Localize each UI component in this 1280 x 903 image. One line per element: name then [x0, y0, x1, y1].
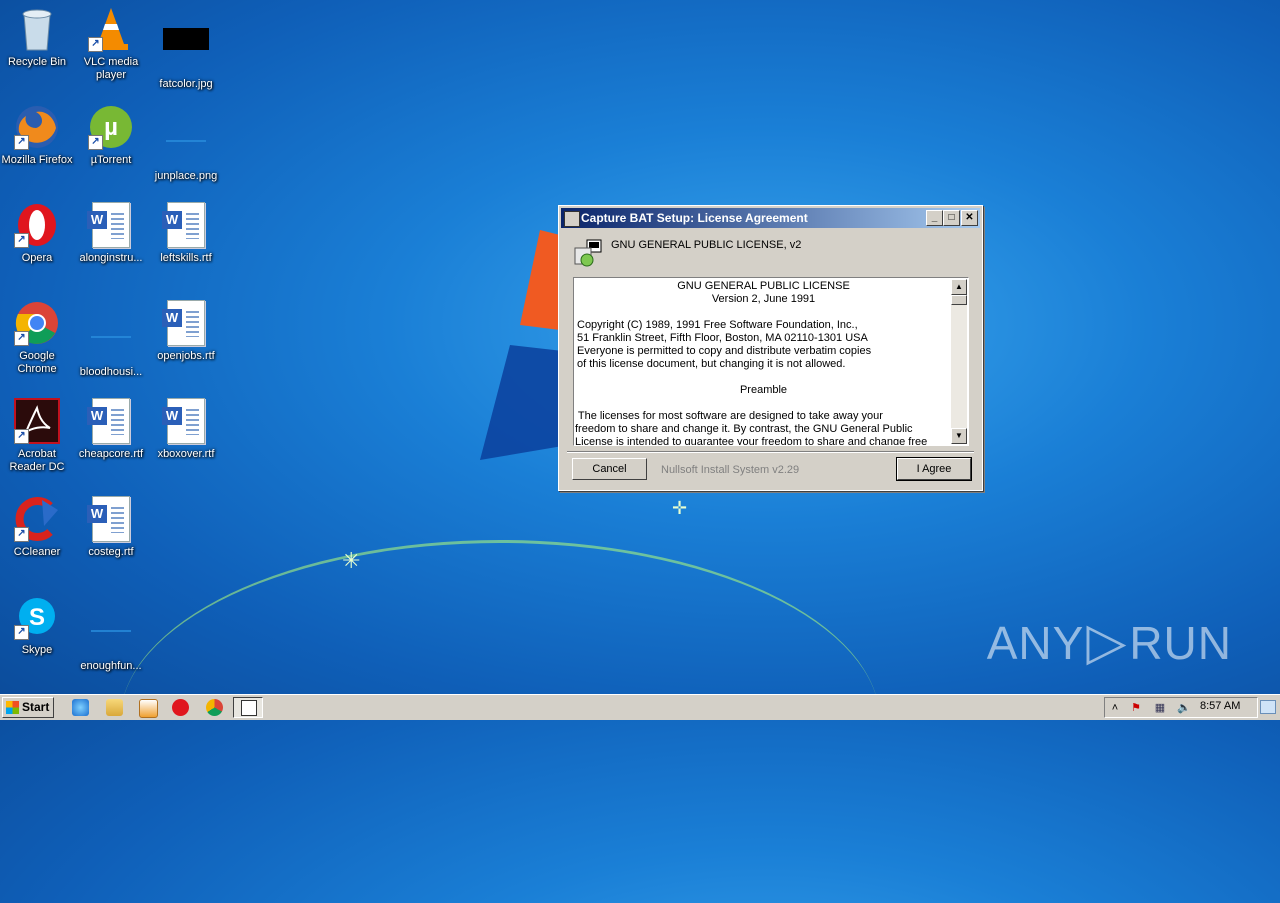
internet-explorer-icon[interactable] — [72, 699, 89, 716]
desktop-icon-xboxover[interactable]: W xboxover.rtf — [149, 398, 223, 461]
word-document-icon: W — [87, 202, 134, 248]
network-icon[interactable]: ▦ — [1153, 701, 1167, 715]
scroll-down-arrow-icon[interactable]: ▼ — [951, 428, 967, 444]
cancel-button[interactable]: Cancel — [572, 458, 647, 480]
desktop-icon-utorrent[interactable]: µ ↗ µTorrent — [74, 104, 148, 167]
file-explorer-icon[interactable] — [106, 699, 123, 716]
word-document-icon: W — [87, 398, 134, 444]
license-line: Copyright (C) 1989, 1991 Free Software F… — [577, 319, 858, 331]
desktop-icon-vlc[interactable]: ↗ VLC media player — [74, 6, 148, 82]
minimize-button[interactable]: _ — [926, 210, 943, 226]
license-text-box[interactable]: GNU GENERAL PUBLIC LICENSE Version 2, Ju… — [573, 277, 969, 446]
license-line: 51 Franklin Street, Fifth Floor, Boston,… — [577, 332, 868, 344]
word-document-icon: W — [162, 202, 209, 248]
license-line: Everyone is permitted to copy and distri… — [577, 345, 872, 357]
i-agree-button[interactable]: I Agree — [896, 457, 972, 481]
action-center-flag-icon[interactable]: ⚑ — [1129, 701, 1143, 715]
desktop-icon-chrome[interactable]: ↗ Google Chrome — [0, 300, 74, 376]
installer-icon — [241, 700, 257, 716]
start-button[interactable]: Start — [2, 697, 54, 718]
desktop-icon-opera[interactable]: ↗ Opera — [0, 202, 74, 265]
windows-flag-icon — [6, 701, 19, 714]
desktop-icon-costeg[interactable]: W costeg.rtf — [74, 496, 148, 559]
license-line: The licenses for most software are desig… — [575, 410, 883, 422]
desktop-icon-recycle-bin[interactable]: Recycle Bin — [0, 6, 74, 69]
recycle-bin-icon — [14, 6, 60, 52]
desktop-icon-bloodhousi[interactable]: bloodhousi... — [74, 300, 148, 379]
taskbar: Start ˄ ⚑ ▦ 🔈 8:57 AM — [0, 694, 1280, 720]
clock[interactable]: 8:57 AM — [1200, 700, 1240, 712]
desktop-icon-acrobat[interactable]: ↗ Acrobat Reader DC — [0, 398, 74, 474]
anyrun-watermark: ANY▷RUN — [986, 613, 1232, 671]
installer-package-icon — [574, 239, 602, 267]
speaker-icon[interactable]: 🔈 — [1177, 701, 1191, 715]
start-label: Start — [22, 700, 50, 714]
desktop-icon-skype[interactable]: S ↗ Skype — [0, 594, 74, 657]
blank-file-icon — [88, 316, 134, 362]
word-document-icon: W — [87, 496, 134, 542]
license-text: GNU GENERAL PUBLIC LICENSE Version 2, Ju… — [575, 280, 950, 446]
desktop-icon-alonginstru[interactable]: W alonginstru... — [74, 202, 148, 265]
word-document-icon: W — [162, 300, 209, 346]
svg-text:µ: µ — [104, 114, 118, 141]
dialog-title: Capture BAT Setup: License Agreement — [581, 211, 808, 225]
ccleaner-icon: ↗ — [14, 496, 60, 542]
maximize-button[interactable]: □ — [943, 210, 960, 226]
desktop-icon-cheapcore[interactable]: W cheapcore.rtf — [74, 398, 148, 461]
acrobat-icon: ↗ — [14, 398, 60, 444]
svg-text:S: S — [29, 604, 45, 631]
chevron-up-icon[interactable]: ˄ — [1108, 701, 1122, 715]
word-document-icon: W — [162, 398, 209, 444]
chrome-icon: ↗ — [14, 300, 60, 346]
nsis-branding: Nullsoft Install System v2.29 — [661, 464, 800, 476]
sparkle-icon: ✛ — [672, 498, 688, 518]
license-line: Preamble — [739, 384, 788, 396]
desktop-icon-ccleaner[interactable]: ↗ CCleaner — [0, 496, 74, 559]
desktop-icon-firefox[interactable]: ↗ Mozilla Firefox — [0, 104, 74, 167]
sparkle-icon: ✳ — [342, 548, 361, 573]
image-file-icon — [163, 28, 209, 74]
license-line: License is intended to guarantee your fr… — [575, 436, 928, 446]
dialog-titlebar[interactable]: Capture BAT Setup: License Agreement _ □… — [561, 208, 980, 228]
license-header: GNU GENERAL PUBLIC LICENSE, v2 — [611, 239, 802, 251]
desktop-icon-junplace[interactable]: junplace.png — [149, 104, 223, 183]
wallpaper-swoosh — [120, 540, 880, 903]
skype-icon: S ↗ — [14, 594, 60, 640]
firefox-icon: ↗ — [14, 104, 60, 150]
opera-taskbar-icon[interactable] — [172, 699, 189, 716]
opera-icon: ↗ — [14, 202, 60, 248]
license-line: GNU GENERAL PUBLIC LICENSE — [677, 280, 850, 292]
show-desktop-button[interactable] — [1260, 700, 1276, 714]
vlc-cone-icon: ↗ — [88, 6, 134, 52]
taskbar-installer-button[interactable] — [233, 697, 263, 718]
chrome-taskbar-icon[interactable] — [206, 699, 223, 716]
desktop-icon-openjobs[interactable]: W openjobs.rtf — [149, 300, 223, 363]
utorrent-icon: µ ↗ — [88, 104, 134, 150]
desktop-icon-fatcolor[interactable]: fatcolor.jpg — [149, 6, 223, 91]
media-player-icon[interactable] — [139, 699, 158, 718]
license-line: of this license document, but changing i… — [577, 358, 846, 370]
license-scrollbar[interactable]: ▲ ▼ — [951, 279, 967, 444]
license-line: freedom to share and change it. By contr… — [575, 423, 913, 435]
license-agreement-dialog: Capture BAT Setup: License Agreement _ □… — [558, 205, 983, 491]
license-line: Version 2, June 1991 — [711, 293, 816, 305]
blank-file-icon — [88, 610, 134, 656]
scroll-thumb[interactable] — [951, 295, 967, 305]
image-file-icon — [163, 120, 209, 166]
desktop-icon-leftskills[interactable]: W leftskills.rtf — [149, 202, 223, 265]
scroll-up-arrow-icon[interactable]: ▲ — [951, 279, 967, 295]
desktop-icon-enoughfun[interactable]: enoughfun... — [74, 594, 148, 673]
dialog-separator — [567, 451, 974, 453]
installer-icon — [564, 211, 580, 227]
close-button[interactable]: ✕ — [961, 210, 978, 226]
